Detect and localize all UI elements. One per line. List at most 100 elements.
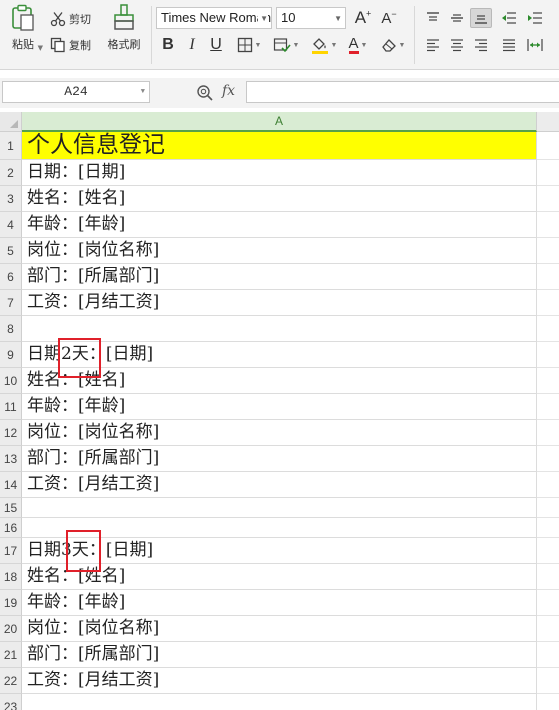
cell[interactable]: 个人信息登记 xyxy=(22,132,537,160)
row-header[interactable]: 6 xyxy=(0,264,22,290)
cell[interactable]: 日期3天：[日期] xyxy=(22,538,537,564)
cell[interactable] xyxy=(537,446,559,472)
select-all-corner[interactable] xyxy=(0,112,22,132)
row-header[interactable]: 20 xyxy=(0,616,22,642)
row-header[interactable]: 19 xyxy=(0,590,22,616)
cell[interactable]: 工资：[月结工资] xyxy=(22,290,537,316)
row-header[interactable]: 18 xyxy=(0,564,22,590)
row-header[interactable]: 12 xyxy=(0,420,22,446)
cell[interactable] xyxy=(537,642,559,668)
row-header[interactable]: 17 xyxy=(0,538,22,564)
cell[interactable] xyxy=(537,212,559,238)
fill-color-button[interactable]: ▼ xyxy=(308,34,340,56)
align-middle-button[interactable] xyxy=(446,8,468,28)
row-header[interactable]: 11 xyxy=(0,394,22,420)
cell[interactable]: 日期：[日期] xyxy=(22,160,537,186)
justify-button[interactable] xyxy=(498,35,520,55)
row-header[interactable]: 14 xyxy=(0,472,22,498)
cell[interactable] xyxy=(537,498,559,518)
align-right-button[interactable] xyxy=(470,35,492,55)
cell[interactable] xyxy=(537,290,559,316)
underline-button[interactable]: U xyxy=(206,34,226,56)
cell[interactable]: 部门：[所属部门] xyxy=(22,264,537,290)
clear-format-button[interactable]: ▼ xyxy=(378,34,408,56)
decrease-indent-button[interactable] xyxy=(498,8,520,28)
bold-button[interactable]: B xyxy=(158,34,178,56)
cell[interactable] xyxy=(22,316,537,342)
cell[interactable] xyxy=(537,590,559,616)
font-name-select[interactable]: Times New Roman ▼ xyxy=(156,7,272,29)
increase-indent-button[interactable] xyxy=(524,8,546,28)
cell[interactable] xyxy=(537,518,559,538)
align-left-button[interactable] xyxy=(422,35,444,55)
cell[interactable] xyxy=(537,616,559,642)
cell[interactable]: 年龄：[年龄] xyxy=(22,212,537,238)
cell[interactable] xyxy=(537,668,559,694)
row-header[interactable]: 16 xyxy=(0,518,22,538)
row-header[interactable]: 3 xyxy=(0,186,22,212)
italic-button[interactable]: I xyxy=(182,34,202,56)
cell[interactable]: 工资：[月结工资] xyxy=(22,668,537,694)
align-center-button[interactable] xyxy=(446,35,468,55)
paste-button[interactable]: 粘贴 ▼ xyxy=(4,4,43,64)
distributed-align-button[interactable] xyxy=(524,35,546,55)
cell[interactable]: 年龄：[年龄] xyxy=(22,394,537,420)
borders-button[interactable]: ▼ xyxy=(234,34,264,56)
row-header[interactable]: 4 xyxy=(0,212,22,238)
name-box[interactable]: A24 ▼ xyxy=(2,81,150,103)
cell[interactable] xyxy=(537,238,559,264)
cell[interactable] xyxy=(537,264,559,290)
row-header[interactable]: 22 xyxy=(0,668,22,694)
cell[interactable] xyxy=(537,160,559,186)
format-painter-button[interactable]: 格式刷 xyxy=(104,4,144,64)
cut-button[interactable]: 剪切 xyxy=(50,8,102,30)
row-header[interactable]: 2 xyxy=(0,160,22,186)
cell[interactable]: 部门：[所属部门] xyxy=(22,642,537,668)
increase-font-size-button[interactable]: A+ xyxy=(352,8,374,28)
row-header[interactable]: 1 xyxy=(0,132,22,160)
column-header-a[interactable]: A xyxy=(22,112,537,132)
decrease-font-size-button[interactable]: A− xyxy=(378,8,400,28)
cell[interactable]: 岗位：[岗位名称] xyxy=(22,616,537,642)
cell[interactable] xyxy=(22,694,537,710)
row-header[interactable]: 13 xyxy=(0,446,22,472)
cell[interactable]: 年龄：[年龄] xyxy=(22,590,537,616)
cell[interactable] xyxy=(537,186,559,212)
cell[interactable] xyxy=(537,132,559,160)
align-bottom-button[interactable] xyxy=(470,8,492,28)
align-top-button[interactable] xyxy=(422,8,444,28)
cell[interactable] xyxy=(537,394,559,420)
font-size-select[interactable]: 10 ▼ xyxy=(276,7,346,29)
cell[interactable] xyxy=(537,368,559,394)
cell[interactable] xyxy=(537,316,559,342)
paste-dropdown-icon[interactable]: ▼ xyxy=(38,44,43,52)
row-header[interactable]: 10 xyxy=(0,368,22,394)
cell[interactable] xyxy=(537,472,559,498)
row-header[interactable]: 5 xyxy=(0,238,22,264)
cell[interactable]: 工资：[月结工资] xyxy=(22,472,537,498)
copy-button[interactable]: 复制 xyxy=(50,34,102,56)
cell[interactable] xyxy=(22,498,537,518)
font-color-button[interactable]: A ▼ xyxy=(344,34,372,56)
row-header[interactable]: 7 xyxy=(0,290,22,316)
cell[interactable]: 日期2天：[日期] xyxy=(22,342,537,368)
row-header[interactable]: 9 xyxy=(0,342,22,368)
cell[interactable] xyxy=(537,538,559,564)
row-header[interactable]: 15 xyxy=(0,498,22,518)
cell[interactable] xyxy=(537,564,559,590)
cell[interactable] xyxy=(537,342,559,368)
formula-input[interactable] xyxy=(246,81,559,103)
cell[interactable]: 部门：[所属部门] xyxy=(22,446,537,472)
cell-format-button[interactable]: ▼ xyxy=(270,34,302,56)
cell[interactable] xyxy=(537,420,559,446)
cell[interactable] xyxy=(537,694,559,710)
column-header-empty[interactable] xyxy=(537,112,559,132)
fx-icon[interactable]: fx xyxy=(222,83,235,99)
cell[interactable]: 岗位：[岗位名称] xyxy=(22,238,537,264)
cell[interactable] xyxy=(22,518,537,538)
zoom-icon[interactable] xyxy=(196,84,214,102)
cell[interactable]: 岗位：[岗位名称] xyxy=(22,420,537,446)
row-header[interactable]: 23 xyxy=(0,694,22,710)
cell[interactable]: 姓名：[姓名] xyxy=(22,564,537,590)
cell[interactable]: 姓名：[姓名] xyxy=(22,368,537,394)
